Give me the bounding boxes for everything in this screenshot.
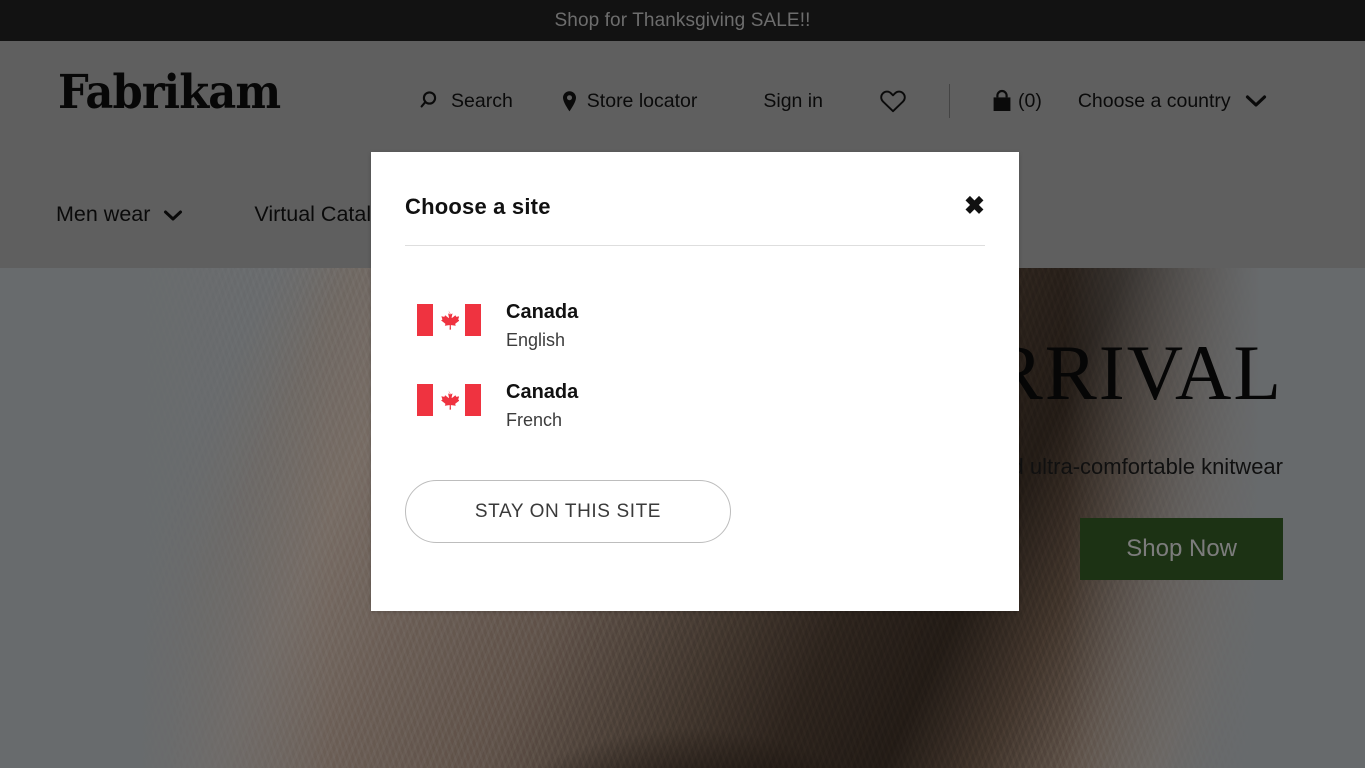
- header-actions: Search Store locator Sign in (0) Choose …: [420, 41, 1325, 161]
- hero-left-gradient: [0, 268, 330, 768]
- nav-item-men-wear[interactable]: Men wear: [56, 202, 183, 227]
- site-list-item-text: Canada French: [506, 379, 578, 433]
- site-language-name: English: [506, 330, 566, 350]
- search-icon: [420, 90, 442, 112]
- location-pin-icon: [561, 90, 578, 113]
- search-label: Search: [451, 89, 513, 112]
- chevron-down-icon: [1245, 94, 1267, 108]
- shopping-bag-button[interactable]: (0): [990, 89, 1042, 114]
- site-country-name: Canada: [506, 301, 579, 323]
- site-country-name: Canada: [506, 381, 579, 404]
- header-top-bar: Fabrikam Search Store locator Sign in (0…: [0, 41, 1365, 161]
- shopping-bag-count: (0): [1017, 89, 1042, 112]
- shopping-bag-icon: [990, 89, 1014, 114]
- modal-header: Choose a site ✖: [405, 194, 985, 246]
- site-language-name: French: [506, 410, 563, 431]
- heart-icon: [879, 89, 907, 114]
- store-locator-button[interactable]: Store locator: [561, 89, 698, 113]
- stay-on-this-site-button[interactable]: STAY ON THIS SITE: [405, 480, 731, 543]
- site-list: Canada English Canada French: [417, 299, 979, 459]
- brand-logo[interactable]: Fabrikam: [58, 69, 281, 116]
- search-button[interactable]: Search: [420, 90, 513, 113]
- close-icon[interactable]: ✖: [964, 194, 985, 219]
- country-selector-label: Choose a country: [1077, 89, 1231, 112]
- header-divider: [948, 84, 950, 118]
- promo-banner: Shop for Thanksgiving SALE!!: [0, 0, 1365, 41]
- sign-in-link[interactable]: Sign in: [763, 90, 823, 113]
- chevron-down-icon: [163, 209, 183, 222]
- choose-a-site-modal: Choose a site ✖ Canada English Canada Fr…: [371, 152, 1019, 611]
- nav-item-label: Men wear: [56, 202, 151, 226]
- promo-banner-text: Shop for Thanksgiving SALE!!: [554, 9, 811, 31]
- country-selector[interactable]: Choose a country: [1078, 90, 1267, 113]
- wishlist-button[interactable]: [879, 89, 907, 114]
- canada-flag-icon: [417, 304, 481, 336]
- site-list-item-text: Canada English: [506, 299, 578, 353]
- store-locator-label: Store locator: [586, 89, 698, 112]
- page-root: Shop for Thanksgiving SALE!! Fabrikam Se…: [0, 0, 1365, 768]
- canada-flag-icon: [417, 384, 481, 417]
- site-list-item-canada-english[interactable]: Canada English: [417, 299, 979, 353]
- modal-title: Choose a site: [405, 194, 551, 219]
- sign-in-label: Sign in: [763, 89, 823, 112]
- site-list-item-canada-french[interactable]: Canada French: [417, 379, 979, 433]
- shop-now-button[interactable]: Shop Now: [1080, 518, 1283, 580]
